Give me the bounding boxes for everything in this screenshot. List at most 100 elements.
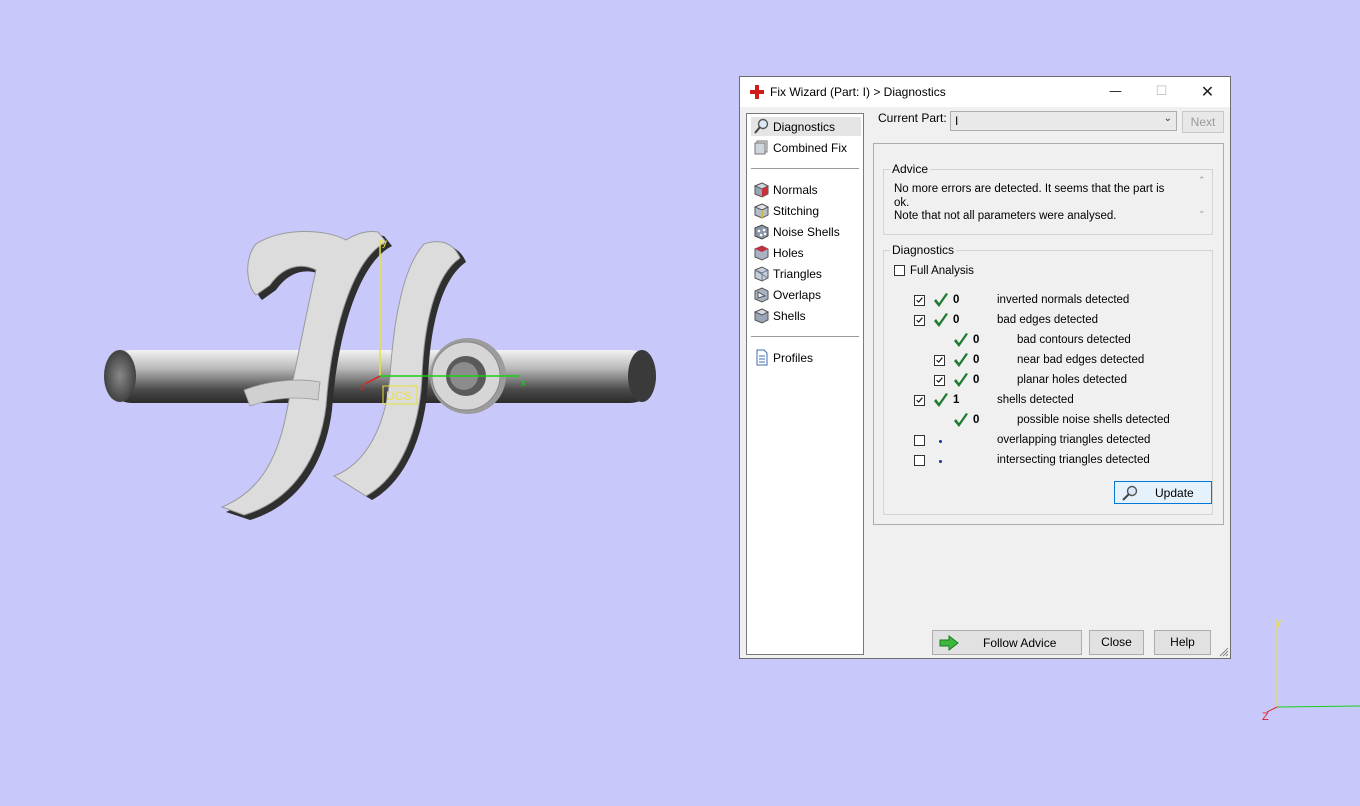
nav-label: Holes [773, 246, 804, 260]
overlapping-triangles-label: overlapping triangles detected [997, 434, 1151, 446]
scroll-down-icon[interactable]: ⌄ [1198, 206, 1206, 216]
green-check-icon [954, 333, 968, 347]
advice-scrollbar[interactable]: ⌃ ⌄ [1196, 176, 1210, 222]
triangles-icon [754, 266, 769, 282]
planar-holes-count: 0 [973, 374, 980, 386]
overlapping-triangles-checkbox[interactable] [914, 435, 925, 446]
resize-grip-icon[interactable] [1219, 647, 1229, 657]
nav-item-profiles[interactable]: Profiles [751, 348, 861, 367]
dialog-title: Fix Wizard (Part: I) > Diagnostics [770, 85, 946, 99]
advice-title: Advice [890, 162, 931, 176]
fix-wizard-dialog: Fix Wizard (Part: I) > Diagnostics — ☐ ✕… [739, 76, 1231, 659]
advice-text: No more errors are detected. It seems th… [894, 183, 1174, 224]
shells-icon [753, 308, 770, 324]
ucs-x-label: x [521, 378, 526, 389]
planar-holes-label: planar holes detected [1017, 374, 1127, 386]
overlaps-icon [754, 287, 769, 303]
update-button[interactable]: Update [1114, 481, 1212, 504]
magnifier-icon [754, 118, 769, 134]
green-check-icon [934, 313, 948, 327]
document-icon [756, 349, 768, 366]
nav-label: Stitching [773, 204, 820, 218]
green-check-icon [934, 393, 948, 407]
planar-holes-checkbox[interactable] [934, 375, 945, 386]
holes-icon [754, 245, 769, 261]
stitching-icon [753, 203, 770, 219]
wizard-nav: Diagnostics Combined Fix Normals Stitchi… [746, 113, 864, 655]
minimize-button[interactable]: — [1093, 77, 1138, 107]
update-button-label: Update [1155, 486, 1194, 500]
noise-shells-icon [754, 224, 769, 240]
nav-item-noise-shells[interactable]: Noise Shells [751, 222, 861, 241]
bad-contours-count: 0 [973, 334, 980, 346]
nav-item-diagnostics[interactable]: Diagnostics [751, 117, 861, 136]
pending-dot-icon [939, 440, 942, 443]
nav-item-shells[interactable]: Shells [751, 306, 861, 325]
inverted-normals-label: inverted normals detected [997, 294, 1130, 306]
current-part-select[interactable]: I ⌄ [950, 111, 1177, 131]
shells-label: shells detected [997, 394, 1074, 406]
ucs-y-label: y [382, 238, 387, 249]
intersecting-triangles-label: intersecting triangles detected [997, 454, 1150, 466]
follow-advice-label: Follow Advice [983, 636, 1057, 650]
nav-label: Diagnostics [773, 120, 836, 134]
near-bad-edges-label: near bad edges detected [1017, 354, 1145, 366]
combined-fix-icon [754, 140, 768, 155]
full-analysis-label: Full Analysis [910, 265, 974, 277]
bad-edges-checkbox[interactable] [914, 315, 925, 326]
next-button[interactable]: Next [1182, 111, 1224, 133]
intersecting-triangles-checkbox[interactable] [914, 455, 925, 466]
pending-dot-icon [939, 460, 942, 463]
nav-item-triangles[interactable]: Triangles [751, 264, 861, 283]
diagnostics-panel: Advice No more errors are detected. It s… [873, 143, 1224, 525]
near-bad-edges-checkbox[interactable] [934, 355, 945, 366]
advice-line-2: Note that not all parameters were analys… [894, 210, 1117, 222]
nav-label: Overlaps [773, 288, 822, 302]
noise-shells-count: 0 [973, 414, 980, 426]
nav-label: Triangles [773, 267, 822, 281]
ucs-z-label: z [360, 382, 365, 393]
chevron-down-icon: ⌄ [1163, 113, 1172, 124]
nav-label: Shells [773, 309, 806, 323]
nav-item-combined-fix[interactable]: Combined Fix [751, 138, 861, 157]
current-part-label: Current Part: [878, 111, 947, 125]
nav-label: Noise Shells [773, 225, 840, 239]
magnifier-icon [1122, 485, 1138, 501]
diagnostics-title: Diagnostics [890, 243, 957, 257]
nav-divider [751, 168, 859, 169]
nav-item-holes[interactable]: Holes [751, 243, 861, 262]
follow-advice-button[interactable]: Follow Advice [932, 630, 1082, 655]
title-bar[interactable]: Fix Wizard (Part: I) > Diagnostics — ☐ ✕ [740, 77, 1230, 107]
green-check-icon [934, 293, 948, 307]
3d-viewport[interactable]: y x z UCS [0, 0, 720, 806]
nav-item-stitching[interactable]: Stitching [751, 201, 861, 220]
current-part-value: I [955, 114, 959, 128]
advice-group: Advice No more errors are detected. It s… [883, 162, 1213, 235]
green-check-icon [954, 353, 968, 367]
close-button[interactable]: Close [1089, 630, 1144, 655]
nav-label: Profiles [773, 351, 814, 365]
nav-item-overlaps[interactable]: Overlaps [751, 285, 861, 304]
nav-label: Combined Fix [773, 141, 848, 155]
green-check-icon [954, 413, 968, 427]
scroll-up-icon[interactable]: ⌃ [1198, 176, 1206, 186]
inverted-normals-count: 0 [953, 294, 960, 306]
nav-divider [751, 336, 859, 337]
maximize-button[interactable]: ☐ [1139, 77, 1184, 107]
help-button[interactable]: Help [1154, 630, 1211, 655]
triad-y-label: Y [1275, 618, 1283, 630]
green-arrow-icon [939, 635, 959, 651]
nav-label: Normals [773, 183, 818, 197]
bad-edges-label: bad edges detected [997, 314, 1099, 326]
diagnostics-group: Diagnostics Full Analysis 0 inverted nor… [883, 243, 1213, 515]
near-bad-edges-count: 0 [973, 354, 980, 366]
orientation-triad: Y Z [1262, 618, 1360, 723]
nav-item-normals[interactable]: Normals [751, 180, 861, 199]
full-analysis-checkbox[interactable] [894, 265, 905, 276]
shells-checkbox[interactable] [914, 395, 925, 406]
close-window-button[interactable]: ✕ [1185, 77, 1230, 107]
noise-shells-label: possible noise shells detected [1017, 414, 1170, 426]
bad-edges-count: 0 [953, 314, 960, 326]
inverted-normals-checkbox[interactable] [914, 295, 925, 306]
triad-z-label: Z [1262, 711, 1269, 723]
